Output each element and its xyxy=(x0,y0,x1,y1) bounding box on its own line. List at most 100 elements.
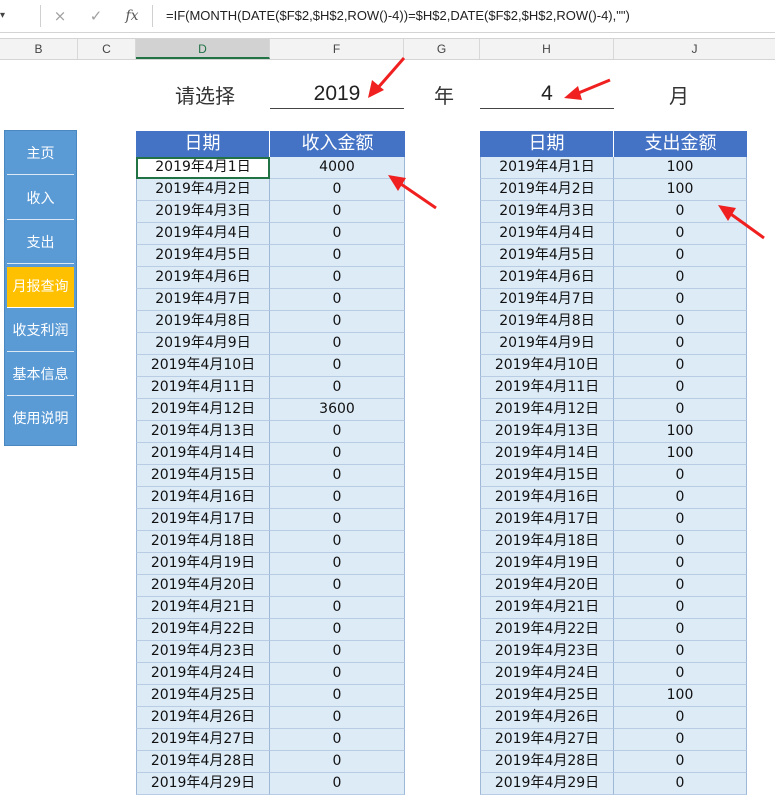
column-header[interactable]: B xyxy=(0,39,78,59)
sidebar-item-expense[interactable]: 支出 xyxy=(7,223,74,264)
date-cell[interactable]: 2019年4月4日 xyxy=(480,223,614,245)
amount-cell[interactable]: 0 xyxy=(270,245,405,267)
date-cell[interactable]: 2019年4月19日 xyxy=(480,553,614,575)
date-cell[interactable]: 2019年4月7日 xyxy=(480,289,614,311)
amount-cell[interactable]: 0 xyxy=(614,773,747,795)
column-header[interactable]: G xyxy=(404,39,480,59)
amount-cell[interactable]: 0 xyxy=(270,223,405,245)
amount-cell[interactable]: 0 xyxy=(270,509,405,531)
column-header[interactable]: J xyxy=(614,39,775,59)
date-cell[interactable]: 2019年4月8日 xyxy=(136,311,270,333)
date-cell[interactable]: 2019年4月17日 xyxy=(136,509,270,531)
date-cell[interactable]: 2019年4月6日 xyxy=(480,267,614,289)
amount-cell[interactable]: 0 xyxy=(270,597,405,619)
date-cell[interactable]: 2019年4月6日 xyxy=(136,267,270,289)
amount-cell[interactable]: 0 xyxy=(270,487,405,509)
amount-cell[interactable]: 0 xyxy=(614,465,747,487)
amount-cell[interactable]: 0 xyxy=(270,289,405,311)
amount-cell[interactable]: 0 xyxy=(614,245,747,267)
amount-cell[interactable]: 0 xyxy=(270,641,405,663)
amount-cell[interactable]: 0 xyxy=(614,333,747,355)
amount-cell[interactable]: 0 xyxy=(270,663,405,685)
amount-cell[interactable]: 4000 xyxy=(270,157,405,179)
date-cell[interactable]: 2019年4月8日 xyxy=(480,311,614,333)
amount-cell[interactable]: 0 xyxy=(614,509,747,531)
date-cell[interactable]: 2019年4月20日 xyxy=(136,575,270,597)
amount-cell[interactable]: 0 xyxy=(614,751,747,773)
date-cell[interactable]: 2019年4月20日 xyxy=(480,575,614,597)
date-cell[interactable]: 2019年4月23日 xyxy=(480,641,614,663)
date-cell[interactable]: 2019年4月15日 xyxy=(136,465,270,487)
cancel-icon[interactable]: × xyxy=(48,6,72,26)
amount-cell[interactable]: 0 xyxy=(614,707,747,729)
date-cell[interactable]: 2019年4月18日 xyxy=(136,531,270,553)
date-cell[interactable]: 2019年4月9日 xyxy=(480,333,614,355)
date-cell[interactable]: 2019年4月21日 xyxy=(136,597,270,619)
amount-cell[interactable]: 0 xyxy=(614,289,747,311)
amount-cell[interactable]: 0 xyxy=(614,553,747,575)
month-input[interactable]: 4 xyxy=(480,80,614,109)
date-cell[interactable]: 2019年4月24日 xyxy=(136,663,270,685)
date-cell[interactable]: 2019年4月7日 xyxy=(136,289,270,311)
date-cell[interactable]: 2019年4月25日 xyxy=(136,685,270,707)
date-cell[interactable]: 2019年4月29日 xyxy=(136,773,270,795)
amount-cell[interactable]: 0 xyxy=(270,333,405,355)
amount-cell[interactable]: 0 xyxy=(614,575,747,597)
amount-cell[interactable]: 100 xyxy=(614,443,747,465)
amount-cell[interactable]: 100 xyxy=(614,157,747,179)
amount-cell[interactable]: 0 xyxy=(270,773,405,795)
date-cell[interactable]: 2019年4月10日 xyxy=(480,355,614,377)
date-cell[interactable]: 2019年4月26日 xyxy=(480,707,614,729)
date-cell[interactable]: 2019年4月13日 xyxy=(480,421,614,443)
amount-cell[interactable]: 0 xyxy=(270,575,405,597)
name-box-dropdown-icon[interactable]: ▾ xyxy=(0,7,12,25)
date-cell[interactable]: 2019年4月9日 xyxy=(136,333,270,355)
amount-cell[interactable]: 0 xyxy=(614,311,747,333)
amount-cell[interactable]: 0 xyxy=(270,685,405,707)
column-header[interactable]: H xyxy=(480,39,614,59)
date-cell[interactable]: 2019年4月12日 xyxy=(480,399,614,421)
amount-cell[interactable]: 0 xyxy=(270,377,405,399)
date-cell[interactable]: 2019年4月29日 xyxy=(480,773,614,795)
amount-cell[interactable]: 0 xyxy=(270,707,405,729)
confirm-icon[interactable]: ✓ xyxy=(84,6,108,26)
amount-cell[interactable]: 0 xyxy=(270,355,405,377)
amount-cell[interactable]: 0 xyxy=(270,531,405,553)
date-cell[interactable]: 2019年4月14日 xyxy=(136,443,270,465)
date-cell[interactable]: 2019年4月5日 xyxy=(136,245,270,267)
date-cell[interactable]: 2019年4月1日 xyxy=(136,157,270,179)
amount-cell[interactable]: 0 xyxy=(270,267,405,289)
date-cell[interactable]: 2019年4月16日 xyxy=(136,487,270,509)
date-cell[interactable]: 2019年4月22日 xyxy=(480,619,614,641)
amount-cell[interactable]: 0 xyxy=(614,597,747,619)
date-cell[interactable]: 2019年4月26日 xyxy=(136,707,270,729)
date-cell[interactable]: 2019年4月27日 xyxy=(136,729,270,751)
amount-cell[interactable]: 0 xyxy=(270,465,405,487)
date-cell[interactable]: 2019年4月10日 xyxy=(136,355,270,377)
date-cell[interactable]: 2019年4月28日 xyxy=(136,751,270,773)
date-cell[interactable]: 2019年4月3日 xyxy=(480,201,614,223)
amount-cell[interactable]: 0 xyxy=(614,201,747,223)
sidebar-item-instructions[interactable]: 使用说明 xyxy=(7,399,74,440)
amount-cell[interactable]: 0 xyxy=(270,619,405,641)
date-cell[interactable]: 2019年4月14日 xyxy=(480,443,614,465)
date-cell[interactable]: 2019年4月3日 xyxy=(136,201,270,223)
date-cell[interactable]: 2019年4月15日 xyxy=(480,465,614,487)
date-cell[interactable]: 2019年4月25日 xyxy=(480,685,614,707)
sidebar-item-home[interactable]: 主页 xyxy=(7,134,74,175)
sidebar-item-income[interactable]: 收入 xyxy=(7,179,74,220)
amount-cell[interactable]: 0 xyxy=(614,663,747,685)
formula-input[interactable]: =IF(MONTH(DATE($F$2,$H$2,ROW()-4))=$H$2,… xyxy=(166,0,630,32)
amount-cell[interactable]: 0 xyxy=(270,729,405,751)
amount-cell[interactable]: 0 xyxy=(270,443,405,465)
amount-cell[interactable]: 0 xyxy=(270,421,405,443)
date-cell[interactable]: 2019年4月2日 xyxy=(480,179,614,201)
date-cell[interactable]: 2019年4月12日 xyxy=(136,399,270,421)
date-cell[interactable]: 2019年4月1日 xyxy=(480,157,614,179)
date-cell[interactable]: 2019年4月28日 xyxy=(480,751,614,773)
column-header[interactable]: F xyxy=(270,39,404,59)
sidebar-item-monthly-report[interactable]: 月报查询 xyxy=(7,267,74,308)
amount-cell[interactable]: 0 xyxy=(614,729,747,751)
column-header[interactable]: C xyxy=(78,39,136,59)
date-cell[interactable]: 2019年4月16日 xyxy=(480,487,614,509)
